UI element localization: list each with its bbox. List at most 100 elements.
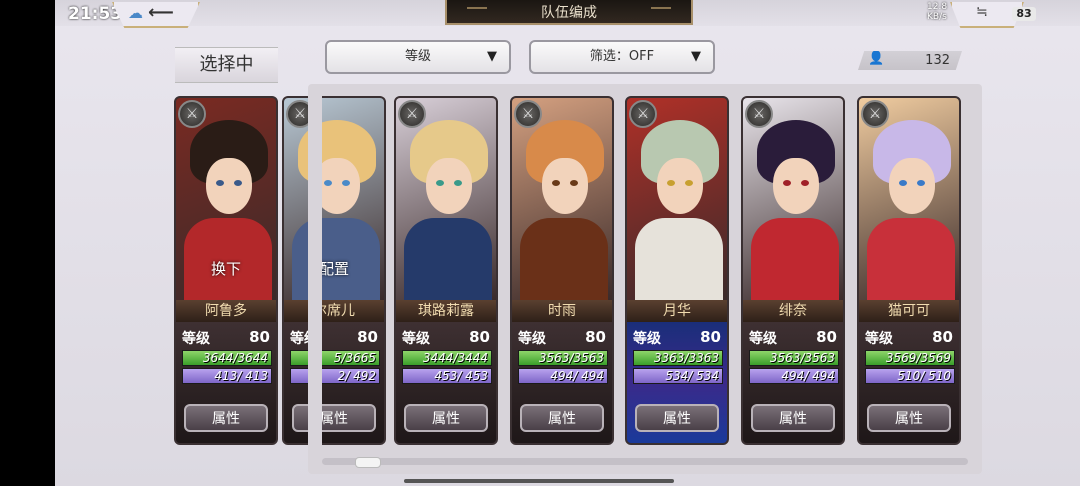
face xyxy=(773,158,819,214)
status-clock: 21:53 xyxy=(68,4,123,24)
character-card[interactable]: ⚔ 月华 等级 80 3363/3363 534/ 534 属性 xyxy=(625,96,729,445)
battery-indicator: 83 xyxy=(1012,7,1036,21)
eye xyxy=(324,180,332,186)
roster-count: 👤 132 xyxy=(858,51,962,70)
character-card[interactable]: ⚔ 配置 尔席儿 等级 80 5/3665 2/ 492 属性 xyxy=(282,96,386,445)
character-name: 尔席儿 xyxy=(284,300,384,322)
hp-bar: 3569/3569 xyxy=(865,350,955,366)
mp-bar: 413/ 413 xyxy=(182,368,272,384)
outfit xyxy=(404,218,492,300)
weapon-type-icon: ⚔ xyxy=(398,100,426,128)
hp-bar: 3444/3444 xyxy=(402,350,492,366)
character-portrait: ⚔ xyxy=(396,98,496,300)
dropdown-arrow-icon: ▼ xyxy=(691,49,701,64)
eye xyxy=(342,180,350,186)
character-name: 阿鲁多 xyxy=(176,300,276,322)
eye xyxy=(216,180,224,186)
character-card[interactable]: ⚔ 绯奈等级 80 3563/3563 494/ 494 属性 xyxy=(741,96,845,445)
attribute-button[interactable]: 属性 xyxy=(520,404,604,432)
mp-bar: 494/ 494 xyxy=(749,368,839,384)
home-indicator[interactable] xyxy=(404,479,674,483)
level-value: 80 xyxy=(932,328,953,346)
level-value: 80 xyxy=(700,328,721,346)
weapon-type-icon: ⚔ xyxy=(745,100,773,128)
character-name: 绯奈 xyxy=(743,300,843,322)
eye xyxy=(917,180,925,186)
eye xyxy=(685,180,693,186)
eye xyxy=(801,180,809,186)
attribute-button[interactable]: 属性 xyxy=(635,404,719,432)
hp-bar: 3563/3563 xyxy=(749,350,839,366)
character-card[interactable]: ⚔ 猫可可等级 80 3569/3569 510/ 510 属性 xyxy=(857,96,961,445)
face xyxy=(426,158,472,214)
sort-dropdown-label: 等级 xyxy=(404,49,431,64)
eye xyxy=(552,180,560,186)
character-card[interactable]: ⚔ 琪路莉露 等级 80 3444/3444 453/ 453 属性 xyxy=(394,96,498,445)
mp-bar: 453/ 453 xyxy=(402,368,492,384)
character-portrait: ⚔ xyxy=(743,98,843,300)
ornament-right-icon xyxy=(651,7,671,15)
stats-panel: 等级 80 3363/3363 534/ 534 属性 xyxy=(627,322,727,443)
level-label: 等级 xyxy=(182,331,210,347)
horizontal-scrollbar[interactable] xyxy=(322,458,968,465)
face xyxy=(542,158,588,214)
back-button[interactable]: ☁ ⟵ xyxy=(112,2,200,28)
eye xyxy=(667,180,675,186)
face xyxy=(657,158,703,214)
attribute-button[interactable]: 属性 xyxy=(292,404,376,432)
character-portrait: ⚔ xyxy=(859,98,959,300)
stats-panel: 等级 80 5/3665 2/ 492 属性 xyxy=(284,322,384,443)
hp-bar: 5/3665 xyxy=(290,350,380,366)
character-name: 时雨 xyxy=(512,300,612,322)
hp-bar: 3644/3644 xyxy=(182,350,272,366)
level-value: 80 xyxy=(249,328,270,346)
mp-bar: 510/ 510 xyxy=(865,368,955,384)
level-label: 等级 xyxy=(402,331,430,347)
dropdown-arrow-icon: ▼ xyxy=(487,49,497,64)
filter-dropdown[interactable]: 筛选：OFF ▼ xyxy=(529,40,715,74)
level-value: 80 xyxy=(357,328,378,346)
face xyxy=(206,158,252,214)
character-portrait: ⚔ 换下 xyxy=(176,98,276,300)
eye xyxy=(899,180,907,186)
list-clip-mask xyxy=(308,96,322,445)
level-value: 80 xyxy=(816,328,837,346)
mp-bar: 2/ 492 xyxy=(290,368,380,384)
mp-bar: 534/ 534 xyxy=(633,368,723,384)
scroll-thumb[interactable] xyxy=(355,457,381,468)
level-value: 80 xyxy=(585,328,606,346)
card-overlay-text: 换下 xyxy=(210,260,241,278)
page-title-bar: 队伍编成 xyxy=(445,0,693,25)
character-name: 猫可可 xyxy=(859,300,959,322)
level-label: 等级 xyxy=(518,331,546,347)
selecting-label: 选择中 xyxy=(175,47,278,83)
stats-panel: 等级 80 3563/3563 494/ 494 属性 xyxy=(743,322,843,443)
level-label: 等级 xyxy=(865,331,893,347)
sort-dropdown[interactable]: 等级 ▼ xyxy=(325,40,511,74)
stats-panel: 等级 80 3444/3444 453/ 453 属性 xyxy=(396,322,496,443)
attribute-button[interactable]: 属性 xyxy=(751,404,835,432)
outfit xyxy=(635,218,723,300)
attribute-button[interactable]: 属性 xyxy=(867,404,951,432)
swap-icon: ≒ xyxy=(976,4,988,20)
mp-bar: 494/ 494 xyxy=(518,368,608,384)
filter-dropdown-label: 筛选：OFF xyxy=(589,49,655,64)
weapon-type-icon: ⚔ xyxy=(178,100,206,128)
character-card[interactable]: ⚔ 换下阿鲁多等级 80 3644/3644 413/ 413 属性 xyxy=(174,96,278,445)
outfit xyxy=(520,218,608,300)
face xyxy=(889,158,935,214)
eye xyxy=(454,180,462,186)
character-name: 月华 xyxy=(627,300,727,322)
character-name: 琪路莉露 xyxy=(396,300,496,322)
device-bezel xyxy=(0,0,55,486)
character-card[interactable]: ⚔ 时雨 等级 80 3563/3563 494/ 494 属性 xyxy=(510,96,614,445)
level-label: 等级 xyxy=(633,331,661,347)
attribute-button[interactable]: 属性 xyxy=(184,404,268,432)
hp-bar: 3563/3563 xyxy=(518,350,608,366)
card-overlay-text: 配置 xyxy=(318,260,349,278)
person-icon: 👤 xyxy=(868,51,885,66)
weapon-type-icon: ⚔ xyxy=(629,100,657,128)
level-label: 等级 xyxy=(749,331,777,347)
attribute-button[interactable]: 属性 xyxy=(404,404,488,432)
back-arrow-icon: ⟵ xyxy=(148,2,174,23)
